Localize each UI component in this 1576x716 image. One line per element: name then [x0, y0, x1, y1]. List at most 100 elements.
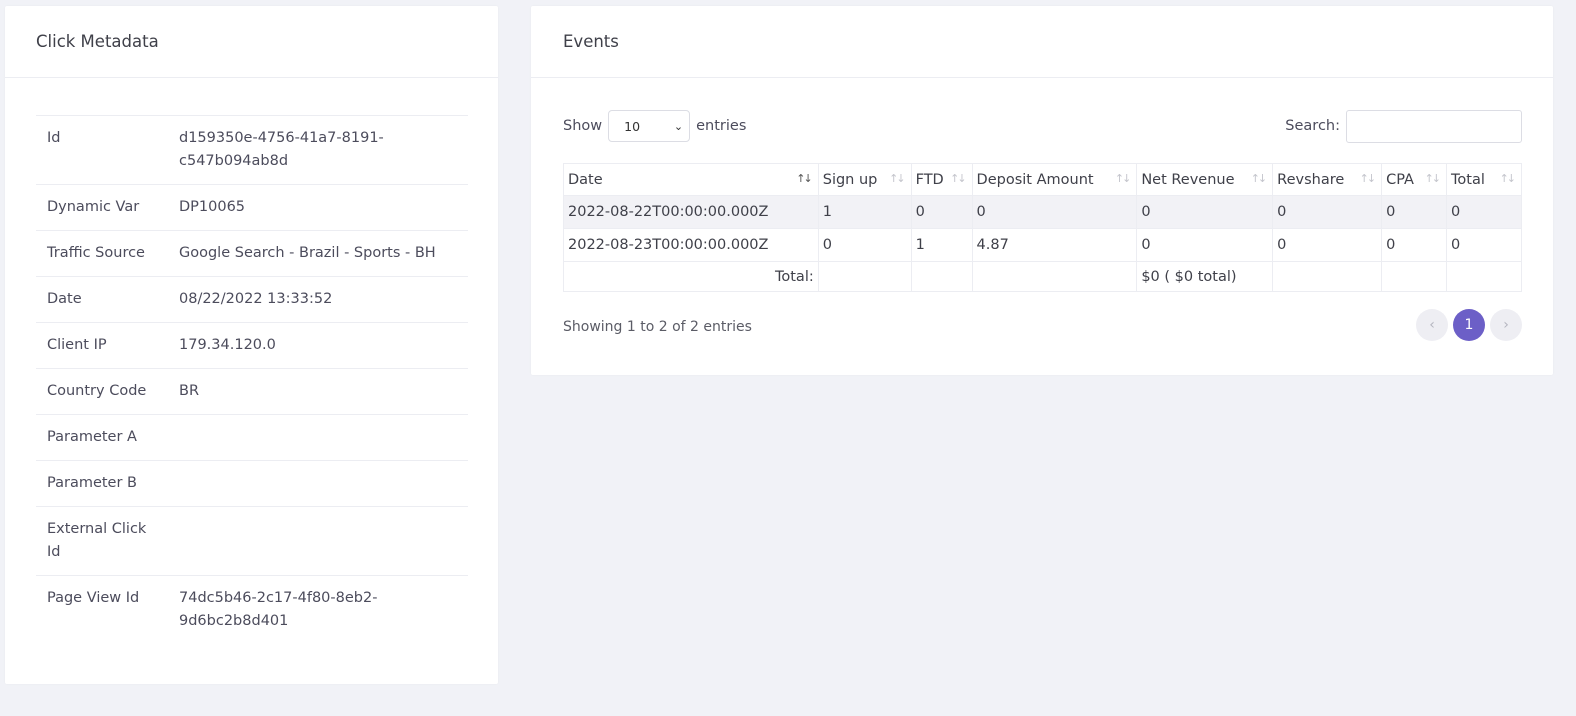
meta-row-page-view-id: Page View Id 74dc5b46-2c17-4f80-8eb2-9d6b… — [36, 575, 468, 644]
click-metadata-header: Click Metadata — [5, 6, 498, 78]
meta-row-client-ip: Client IP 179.34.120.0 — [36, 322, 468, 369]
meta-row-parameter-a: Parameter A — [36, 414, 468, 461]
column-header-date[interactable]: Date ↑↓ — [563, 163, 819, 196]
column-header-net-revenue[interactable]: Net Revenue ↑↓ — [1136, 163, 1274, 196]
chevron-right-icon: › — [1503, 317, 1509, 333]
column-header-sign-up[interactable]: Sign up ↑↓ — [817, 163, 912, 196]
table-cell: 0 — [1381, 195, 1447, 229]
meta-label: External Click Id — [36, 506, 168, 576]
meta-label: Country Code — [36, 368, 168, 415]
table-cell — [971, 261, 1138, 292]
meta-label: Parameter B — [36, 460, 168, 507]
meta-row-country-code: Country Code BR — [36, 368, 468, 415]
events-table: Date ↑↓ Sign up ↑↓ FTD ↑↓ Deposit Amount ↑↓ … — [563, 163, 1522, 292]
sort-icon: ↑↓ — [1250, 172, 1268, 185]
total-label: Total: — [563, 261, 819, 292]
table-cell: 4.87 — [971, 228, 1138, 262]
sort-icon: ↑↓ — [1424, 172, 1442, 185]
table-cell — [910, 261, 973, 292]
events-header: Events — [531, 6, 1553, 78]
table-cell: 0 — [1136, 195, 1274, 229]
column-header-label: Sign up — [822, 171, 878, 188]
column-header-label: Total — [1451, 171, 1485, 188]
table-cell: 0 — [1136, 228, 1274, 262]
next-page-button[interactable]: › — [1490, 309, 1522, 341]
meta-row-date: Date 08/22/2022 13:33:52 — [36, 276, 468, 323]
meta-row-external-click-id: External Click Id — [36, 506, 468, 576]
meta-row-dynamic-var: Dynamic Var DP10065 — [36, 184, 468, 231]
meta-label: Dynamic Var — [36, 184, 168, 231]
meta-value — [168, 460, 468, 507]
meta-value: Google Search - Brazil - Sports - BH — [168, 230, 468, 277]
column-header-ftd[interactable]: FTD ↑↓ — [910, 163, 973, 196]
table-cell: 1 — [910, 228, 973, 262]
events-toolbar: Show 10 ⌄ entries Search: — [563, 108, 1522, 144]
column-header-label: Deposit Amount — [976, 171, 1094, 188]
meta-label: Client IP — [36, 322, 168, 369]
sort-icon: ↑↓ — [950, 172, 967, 185]
sort-icon: ↑↓ — [1359, 172, 1377, 185]
column-header-revshare[interactable]: Revshare ↑↓ — [1272, 163, 1383, 196]
table-row: 2022-08-22T00:00:00.000Z 1 0 0 0 0 0 0 — [563, 195, 1522, 229]
table-cell: 0 — [1381, 228, 1447, 262]
entries-label: entries — [696, 118, 747, 134]
page-length-select[interactable]: 10 ⌄ — [608, 110, 691, 142]
column-header-label: Net Revenue — [1141, 171, 1235, 188]
column-header-label: CPA — [1386, 171, 1414, 188]
meta-value: 08/22/2022 13:33:52 — [168, 276, 468, 323]
column-header-label: Date — [568, 171, 603, 188]
meta-value: DP10065 — [168, 184, 468, 231]
table-row: 2022-08-23T00:00:00.000Z 0 1 4.87 0 0 0 … — [563, 228, 1522, 262]
column-header-total[interactable]: Total ↑↓ — [1446, 163, 1522, 196]
click-metadata-title: Click Metadata — [36, 32, 159, 51]
meta-value — [168, 506, 468, 576]
meta-label: Page View Id — [36, 575, 168, 644]
meta-value: BR — [168, 368, 468, 415]
meta-label: Traffic Source — [36, 230, 168, 277]
meta-value: 74dc5b46-2c17-4f80-8eb2-9d6bc2b8d401 — [168, 575, 468, 644]
table-cell: 2022-08-22T00:00:00.000Z — [563, 195, 819, 229]
table-cell: 0 — [1446, 228, 1522, 262]
table-cell: 0 — [817, 228, 912, 262]
sort-asc-icon: ↑↓ — [796, 172, 813, 185]
click-metadata-table: Id d159350e-4756-41a7-8191-c547b094ab8d D… — [36, 115, 468, 644]
column-header-deposit-amount[interactable]: Deposit Amount ↑↓ — [971, 163, 1138, 196]
meta-row-id: Id d159350e-4756-41a7-8191-c547b094ab8d — [36, 115, 468, 185]
table-info: Showing 1 to 2 of 2 entries — [563, 319, 752, 335]
page-button-1[interactable]: 1 — [1453, 309, 1485, 341]
meta-label: Id — [36, 115, 168, 185]
click-metadata-card: Click Metadata Id d159350e-4756-41a7-8191… — [5, 6, 498, 684]
prev-page-button[interactable]: ‹ — [1416, 309, 1448, 341]
meta-value: 179.34.120.0 — [168, 322, 468, 369]
table-header-row: Date ↑↓ Sign up ↑↓ FTD ↑↓ Deposit Amount ↑↓ … — [563, 163, 1522, 196]
events-card: Events Show 10 ⌄ entries Search: Date ↑↓ … — [531, 6, 1553, 375]
sort-icon: ↑↓ — [1499, 172, 1517, 185]
meta-label: Parameter A — [36, 414, 168, 461]
table-cell — [817, 261, 912, 292]
search-label: Search: — [1285, 118, 1340, 134]
table-footer-row: Total: $0 ( $0 total) — [563, 261, 1522, 292]
table-cell: 0 — [910, 195, 973, 229]
table-cell — [1446, 261, 1522, 292]
sort-icon: ↑↓ — [1114, 172, 1132, 185]
table-cell: 2022-08-23T00:00:00.000Z — [563, 228, 819, 262]
table-cell: 0 — [1272, 195, 1383, 229]
column-header-cpa[interactable]: CPA ↑↓ — [1381, 163, 1447, 196]
meta-row-traffic-source: Traffic Source Google Search - Brazil - S… — [36, 230, 468, 277]
meta-label: Date — [36, 276, 168, 323]
meta-value: d159350e-4756-41a7-8191-c547b094ab8d — [168, 115, 468, 185]
pagination: ‹ 1 › — [1416, 309, 1522, 341]
meta-row-parameter-b: Parameter B — [36, 460, 468, 507]
sort-icon: ↑↓ — [889, 172, 906, 185]
meta-value — [168, 414, 468, 461]
chevron-down-icon: ⌄ — [673, 119, 684, 133]
table-cell: 0 — [971, 195, 1138, 229]
page-length-value: 10 — [624, 118, 641, 134]
table-cell: 1 — [817, 195, 912, 229]
net-revenue-total: $0 ( $0 total) — [1136, 261, 1274, 292]
column-header-label: FTD — [915, 171, 944, 188]
table-cell: 0 — [1272, 228, 1383, 262]
column-header-label: Revshare — [1277, 171, 1345, 188]
chevron-left-icon: ‹ — [1429, 317, 1435, 333]
search-input[interactable] — [1346, 109, 1522, 143]
